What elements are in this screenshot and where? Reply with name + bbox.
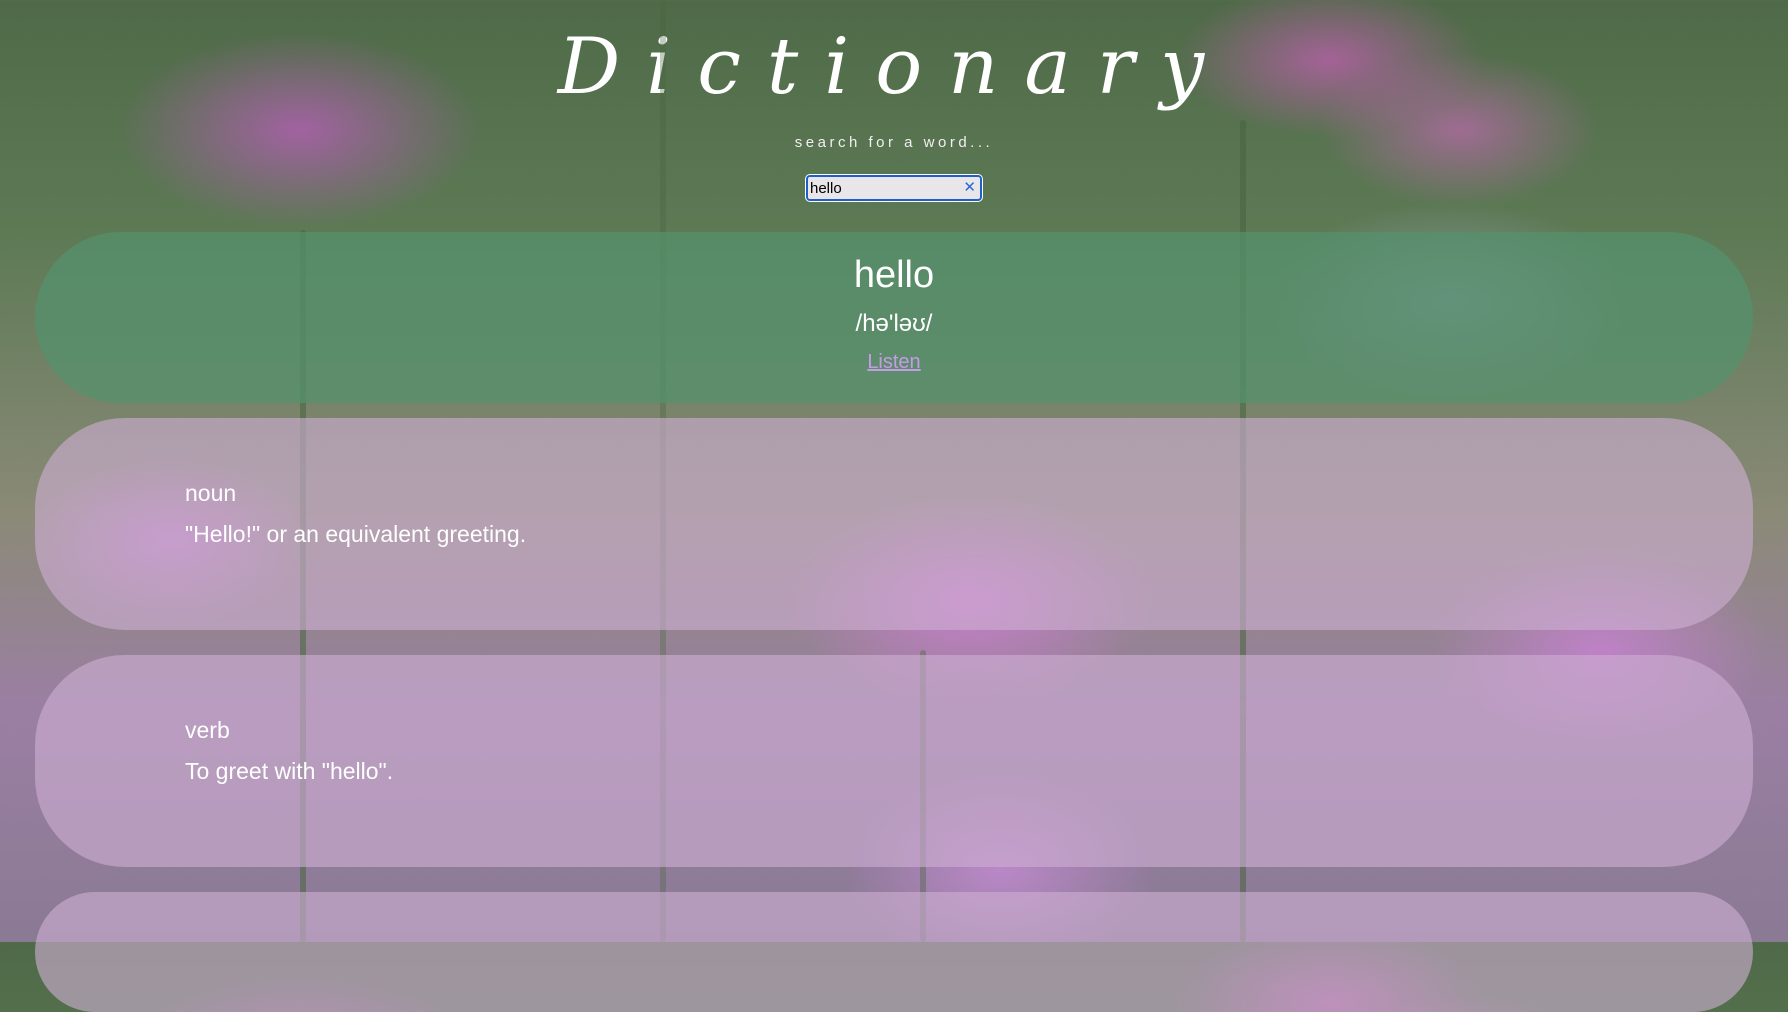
search-input[interactable] (805, 174, 983, 202)
site-title: Dictionary (557, 22, 1231, 112)
meaning-card: verb To greet with "hello". (35, 655, 1753, 867)
phonetic-text: /hə'ləʊ/ (855, 310, 933, 337)
search-box: ✕ (805, 174, 983, 202)
part-of-speech: verb (185, 717, 230, 743)
clear-icon[interactable]: ✕ (963, 178, 976, 196)
meaning-card: noun "Hello!" or an equivalent greeting. (35, 418, 1753, 630)
part-of-speech: noun (185, 480, 237, 506)
meaning-card-partial (35, 892, 1753, 1012)
search-prompt: search for a word... (794, 134, 994, 151)
word-heading: hello (853, 254, 935, 296)
definition-text: "Hello!" or an equivalent greeting. (185, 521, 527, 547)
listen-link[interactable]: Listen (867, 351, 920, 374)
definition-text: To greet with "hello". (185, 758, 394, 784)
word-header-panel: hello /hə'ləʊ/ Listen (35, 232, 1753, 403)
